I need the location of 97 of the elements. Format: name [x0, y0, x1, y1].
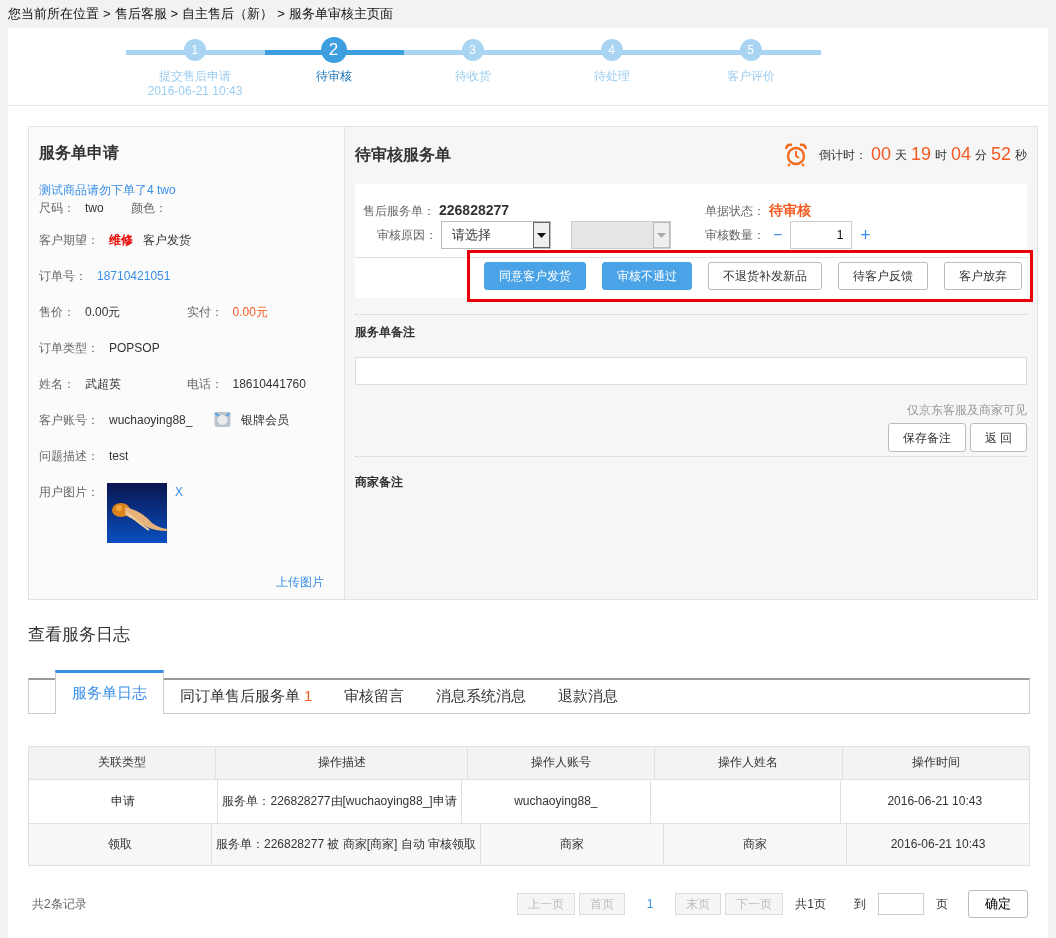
field-label: 订单号：	[39, 268, 87, 285]
table-cell: wuchaoying88_	[461, 779, 652, 823]
table-cell: 领取	[29, 823, 212, 865]
field-label: 尺码：	[39, 200, 75, 217]
dropdown-caret-icon	[533, 222, 550, 248]
countdown-unit: 分	[974, 146, 987, 164]
log-tab[interactable]: 服务单日志	[55, 669, 164, 714]
panel-title: 服务单申请	[39, 143, 120, 163]
breadcrumb-separator: >	[170, 5, 179, 23]
breadcrumb-link[interactable]: 售后客服	[114, 4, 167, 24]
table-cell: 商家	[664, 823, 848, 865]
confirm-button[interactable]: 确定	[968, 889, 1028, 918]
countdown-label: 倒计时：	[818, 146, 867, 164]
breadcrumb-separator: >	[103, 5, 111, 23]
table-cell: 服务单：226828277由[wuchaoying88_]申请	[218, 779, 462, 823]
field-value: 武超英	[85, 376, 121, 393]
column-header: 操作时间	[842, 746, 1029, 779]
section-title: 服务单备注	[355, 324, 416, 341]
action-button[interactable]: 待客户反馈	[838, 262, 928, 290]
page-number-field[interactable]	[878, 892, 924, 915]
field-label: 用户图片：	[39, 484, 99, 501]
table-cell-text: 2016-06-21 10:43	[889, 835, 987, 853]
hint-text: 仅京东客服及商家可见	[906, 402, 1027, 419]
step-number: 5	[739, 39, 762, 61]
remark-button[interactable]: 返 回	[969, 423, 1027, 452]
breadcrumb-link[interactable]: 自主售后（新）	[182, 4, 274, 24]
table-cell: 商家	[481, 823, 665, 865]
countdown-unit: 秒	[1015, 146, 1027, 164]
pager-button[interactable]: 1	[636, 892, 664, 915]
decrease-button[interactable]: −	[773, 223, 783, 247]
field-label: 售后服务单：	[363, 202, 435, 220]
field-label: 单据状态：	[705, 202, 765, 220]
member-badge-icon	[214, 411, 232, 428]
breadcrumb-separator: >	[277, 5, 285, 23]
reason-select[interactable]: 请选择	[441, 221, 551, 249]
table-cell-text: 2016-06-21 10:43	[886, 792, 984, 810]
field-label: 审核原因：	[377, 227, 437, 244]
remark-field[interactable]	[355, 357, 1027, 385]
field-label: 实付：	[186, 304, 223, 321]
step-number: 4	[600, 39, 623, 61]
dropdown-caret-icon	[653, 222, 670, 248]
column-header: 关联类型	[29, 746, 217, 779]
field-label: 颜色：	[131, 200, 167, 217]
action-button[interactable]: 不退货补发新品	[708, 262, 822, 290]
field-value: 维修	[109, 232, 133, 249]
field-label: 审核数量：	[705, 227, 765, 244]
column-header: 操作人姓名	[655, 746, 843, 779]
step-label: 客户评价	[726, 69, 776, 84]
field-value: 18610441760	[232, 376, 306, 393]
field-label: 问题描述：	[39, 448, 99, 465]
step-label: 待审核	[315, 69, 353, 84]
step-number: 1	[183, 39, 206, 61]
step-number: 3	[461, 39, 484, 61]
section-heading: 查看服务日志	[28, 624, 131, 646]
step-label: 待收货	[454, 69, 492, 84]
field-value: 0.00元	[85, 304, 121, 321]
record-count: 共2条记录	[32, 895, 87, 913]
field-value: wuchaoying88_	[109, 412, 193, 429]
quantity-field[interactable]: 1	[790, 221, 853, 249]
breadcrumb-item: 您当前所在位置	[8, 5, 99, 23]
section-title: 商家备注	[355, 474, 404, 491]
field-label: 姓名：	[39, 376, 75, 393]
field-value: 0.00元	[232, 304, 268, 321]
table-cell: 申请	[29, 779, 219, 823]
goto-label: 到	[854, 895, 866, 913]
step-date: 2016-06-21 10:43	[146, 84, 244, 99]
countdown-number: 00	[870, 143, 891, 166]
step-number: 2	[320, 37, 347, 63]
page-unit: 页	[936, 895, 948, 913]
step-label: 待处理	[593, 69, 631, 84]
remark-button[interactable]: 保存备注	[887, 423, 966, 452]
field-value: POPSOP	[109, 340, 160, 357]
countdown-number: 19	[910, 143, 931, 166]
field-label: 售价：	[39, 304, 75, 321]
breadcrumb-item: 服务单审核主页面	[288, 5, 393, 23]
column-header: 操作人账号	[467, 746, 656, 779]
countdown-number: 52	[990, 143, 1011, 166]
field-label: 客户期望：	[39, 232, 99, 249]
panel-title: 待审核服务单	[355, 144, 451, 165]
countdown-unit: 时	[934, 146, 947, 164]
field-label: 订单类型：	[39, 340, 99, 357]
status-value: 待审核	[769, 201, 811, 220]
page-total: 共1页	[795, 895, 826, 913]
action-button[interactable]: 客户放弃	[944, 262, 1022, 290]
step-label: 提交售后申请	[158, 69, 232, 84]
field-value: two	[85, 200, 104, 217]
countdown-unit: 天	[894, 146, 907, 164]
alarm-clock-icon	[784, 142, 807, 167]
field-value: test	[109, 448, 129, 465]
field-label: 客户账号：	[39, 412, 99, 429]
column-header: 操作描述	[216, 746, 468, 779]
field-value: 客户发货	[143, 232, 191, 249]
field-label: 电话：	[186, 376, 223, 393]
field-value: 银牌会员	[241, 412, 290, 429]
order-number: 226828277	[439, 201, 510, 220]
countdown-number: 04	[950, 143, 971, 166]
table-cell: 服务单：226828277 被 商家[商家] 自动 审核领取	[212, 823, 482, 865]
